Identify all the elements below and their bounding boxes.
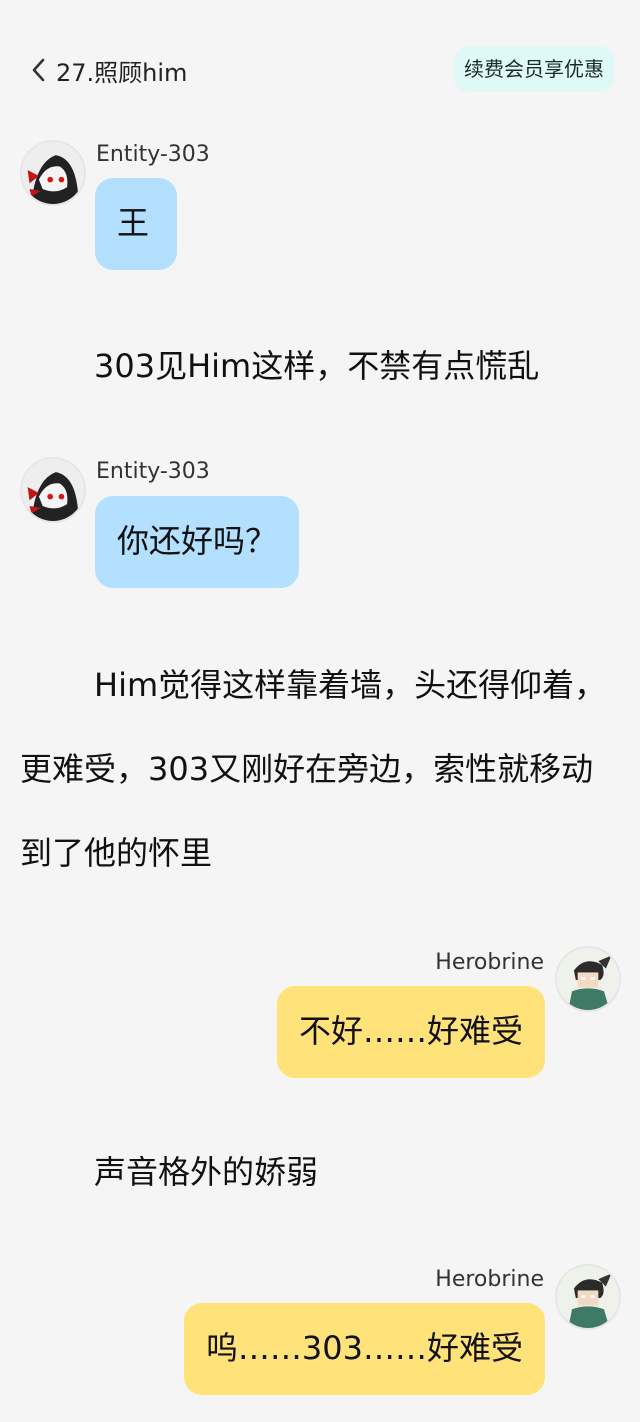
narration-text: 声音格外的娇弱	[94, 1153, 319, 1191]
sender-name: Entity-303	[96, 142, 210, 167]
message-bubble[interactable]: 王	[95, 178, 177, 270]
chevron-left-icon	[32, 58, 45, 82]
chat-story-page: 27.照顾him 续费会员享优惠 Entity-303 王 303见Him这样，…	[0, 0, 640, 1422]
entity-avatar-icon	[22, 142, 84, 204]
narration-text: Him觉得这样靠着墙，头还得仰着，更难受，303又刚好在旁边，索性就移动到了他的…	[20, 666, 607, 872]
vip-renew-button[interactable]: 续费会员享优惠	[454, 46, 614, 92]
sender-name: Entity-303	[96, 459, 210, 484]
chapter-title: 27.照顾him	[56, 58, 188, 87]
message-bubble[interactable]: 呜……303……好难受	[183, 1303, 545, 1395]
message-bubble[interactable]: 不好……好难受	[276, 986, 545, 1078]
sender-name: Herobrine	[435, 1267, 544, 1292]
entity-303-avatar[interactable]	[20, 140, 86, 206]
top-bar: 27.照顾him 续费会员享优惠	[0, 0, 640, 110]
herobrine-avatar-icon	[557, 948, 619, 1010]
entity-303-avatar[interactable]	[20, 457, 86, 523]
narration-text: 303见Him这样，不禁有点慌乱	[94, 347, 540, 385]
entity-avatar-icon	[22, 459, 84, 521]
back-button[interactable]: 27.照顾him	[28, 50, 187, 90]
sender-name: Herobrine	[435, 950, 544, 975]
herobrine-avatar[interactable]	[555, 1264, 621, 1330]
message-bubble[interactable]: 你还好吗？	[95, 496, 300, 588]
herobrine-avatar[interactable]	[555, 946, 621, 1012]
herobrine-avatar-icon	[557, 1266, 619, 1328]
